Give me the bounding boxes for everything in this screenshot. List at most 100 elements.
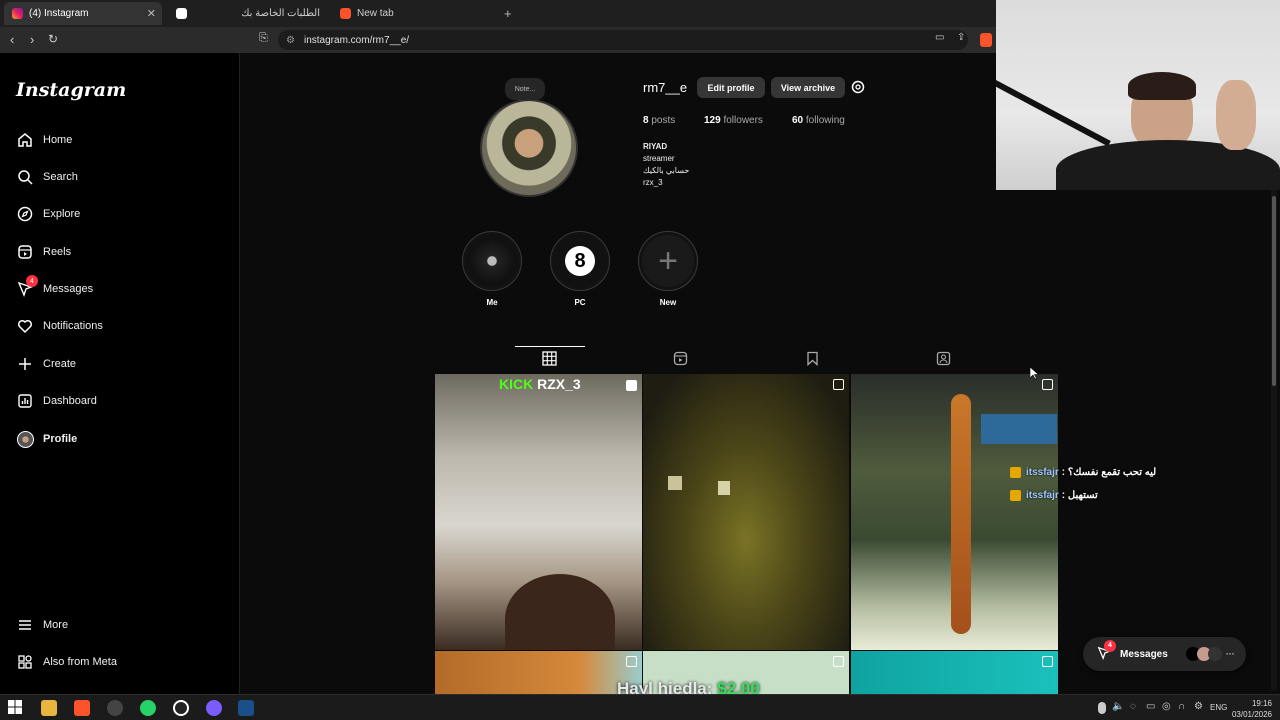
bookmark-icon[interactable]: ⎘ — [259, 32, 268, 45]
instagram-favicon-icon — [12, 8, 23, 19]
following-label: following — [805, 115, 845, 126]
profile-tabs — [435, 347, 1058, 373]
new-tab-button[interactable]: + — [496, 2, 520, 25]
chat-badge-icon — [1010, 490, 1021, 501]
spider-icon — [466, 235, 518, 287]
hair-shape — [1128, 72, 1196, 100]
messages-floating-button[interactable]: 4 Messages ··· — [1083, 637, 1246, 671]
note-bubble[interactable]: Note... — [505, 78, 545, 100]
brave-shield-icon[interactable] — [980, 33, 992, 47]
tab-tagged-icon[interactable] — [936, 351, 952, 367]
meta-grid-icon — [16, 653, 34, 671]
nav-explore[interactable]: Explore — [16, 204, 80, 224]
note-text: Note... — [514, 85, 536, 93]
nav-profile[interactable]: Profile — [16, 429, 77, 449]
language-indicator[interactable]: ENG — [1210, 703, 1227, 712]
mouse-cursor-icon — [1029, 366, 1040, 385]
chat-badge-icon — [1010, 467, 1021, 478]
nav-more[interactable]: More — [16, 615, 68, 635]
brave-browser-icon[interactable] — [74, 700, 90, 716]
nav-label: Notifications — [43, 320, 103, 332]
nav-also-from-meta[interactable]: Also from Meta — [16, 652, 117, 672]
post-tile[interactable] — [851, 374, 1058, 650]
obs-icon[interactable] — [107, 700, 123, 716]
webcam-overlay — [996, 0, 1280, 190]
carousel-indicator-icon — [833, 379, 844, 390]
back-icon[interactable]: ‹ — [10, 32, 14, 47]
brave-favicon-icon — [340, 8, 351, 19]
network-icon[interactable]: ▭ — [1146, 701, 1155, 712]
site-info-icon[interactable]: ⚙ — [286, 35, 295, 46]
share-icon[interactable]: ⇪ — [957, 32, 965, 43]
close-tab-icon[interactable]: ✕ — [147, 7, 156, 20]
edit-profile-button[interactable]: Edit profile — [697, 77, 765, 98]
nav-dashboard[interactable]: Dashboard — [16, 391, 97, 411]
volume-icon[interactable]: 🔈 — [1112, 701, 1124, 712]
windows-start-icon[interactable] — [8, 700, 24, 716]
home-icon — [16, 131, 34, 149]
taskbar-clock[interactable]: 19:16 03/01/2026 — [1232, 698, 1272, 720]
post-tile[interactable] — [643, 374, 849, 650]
cast-icon[interactable]: ▭ — [935, 32, 944, 43]
nav-home[interactable]: Home — [16, 130, 72, 150]
highlight-me[interactable] — [462, 231, 522, 291]
nav-create[interactable]: Create — [16, 354, 76, 374]
following-stat[interactable]: 60 following — [792, 115, 845, 126]
light-shape — [668, 476, 682, 490]
windows-taskbar: 🔈 ◌ ▭ ◎ ∩ ⚙ ENG 19:16 03/01/2026 — [0, 694, 1280, 720]
highlight-label: PC — [574, 298, 586, 307]
reel-indicator-icon — [626, 380, 637, 391]
headset-icon[interactable]: ∩ — [1178, 701, 1185, 712]
instagram-logo[interactable]: Instagram — [16, 79, 126, 101]
page-scrollbar[interactable] — [1271, 190, 1277, 690]
tab-posts-grid-icon[interactable] — [542, 351, 558, 367]
nav-search[interactable]: Search — [16, 167, 78, 187]
bio-name: RIYAD — [643, 142, 668, 151]
view-archive-button[interactable]: View archive — [771, 77, 845, 98]
post-overlay-text: KICK RZX_3 — [499, 376, 581, 392]
post-tile[interactable] — [851, 651, 1058, 694]
kick-logo-text: KICK — [499, 376, 534, 392]
url-text: instagram.com/rm7__e/ — [304, 34, 410, 46]
clock-date: 03/01/2026 — [1231, 710, 1272, 719]
nav-reels[interactable]: Reels — [16, 242, 71, 262]
amazon-favicon-icon — [176, 8, 187, 19]
forward-icon[interactable]: › — [30, 32, 34, 47]
eight-ball-icon: 8 — [565, 246, 595, 276]
contact-avatar — [1207, 647, 1222, 661]
post-tile[interactable] — [435, 651, 642, 694]
tray-icon[interactable]: ◌ — [1130, 701, 1136, 712]
highlight-pc[interactable]: 8 — [550, 231, 610, 291]
nav-label: Reels — [43, 246, 72, 258]
highlight-new[interactable]: + — [638, 231, 698, 291]
tray-icon[interactable]: ◎ — [1162, 701, 1171, 712]
nav-messages[interactable]: 4 Messages — [16, 275, 93, 299]
carousel-indicator-icon — [626, 656, 637, 667]
nav-label: More — [43, 619, 69, 631]
nav-label: Also from Meta — [43, 656, 117, 668]
tray-icon[interactable]: ⚙ — [1194, 701, 1203, 712]
address-bar[interactable]: ⚙ instagram.com/rm7__e/ — [278, 30, 968, 50]
scrollbar-thumb[interactable] — [1272, 196, 1276, 386]
tab-label: New tab — [357, 8, 394, 19]
followers-stat[interactable]: 129 followers — [704, 115, 763, 126]
messenger-icon: 4 — [16, 275, 38, 298]
settings-app-icon[interactable] — [173, 700, 189, 716]
settings-gear-icon[interactable] — [850, 79, 866, 100]
tab-orders[interactable]: الطلبات الخاصة بك — [168, 2, 328, 25]
tab-saved-icon[interactable] — [805, 351, 821, 367]
file-explorer-icon[interactable] — [41, 700, 57, 716]
microphone-icon[interactable] — [1098, 702, 1106, 714]
reload-icon[interactable]: ↻ — [48, 32, 58, 46]
tab-new[interactable]: New tab — [332, 2, 492, 25]
tab-instagram[interactable]: (4) Instagram ✕ — [4, 2, 162, 25]
steam-icon[interactable] — [238, 700, 254, 716]
carousel-indicator-icon — [1042, 656, 1053, 667]
nav-notifications[interactable]: Notifications — [16, 316, 103, 336]
nav-label: Search — [43, 171, 78, 183]
profile-avatar[interactable] — [480, 99, 578, 197]
tab-reels-icon[interactable] — [673, 351, 689, 367]
whatsapp-icon[interactable] — [140, 700, 156, 716]
post-tile[interactable]: KICK RZX_3 — [435, 374, 642, 650]
discord-icon[interactable] — [206, 700, 222, 716]
